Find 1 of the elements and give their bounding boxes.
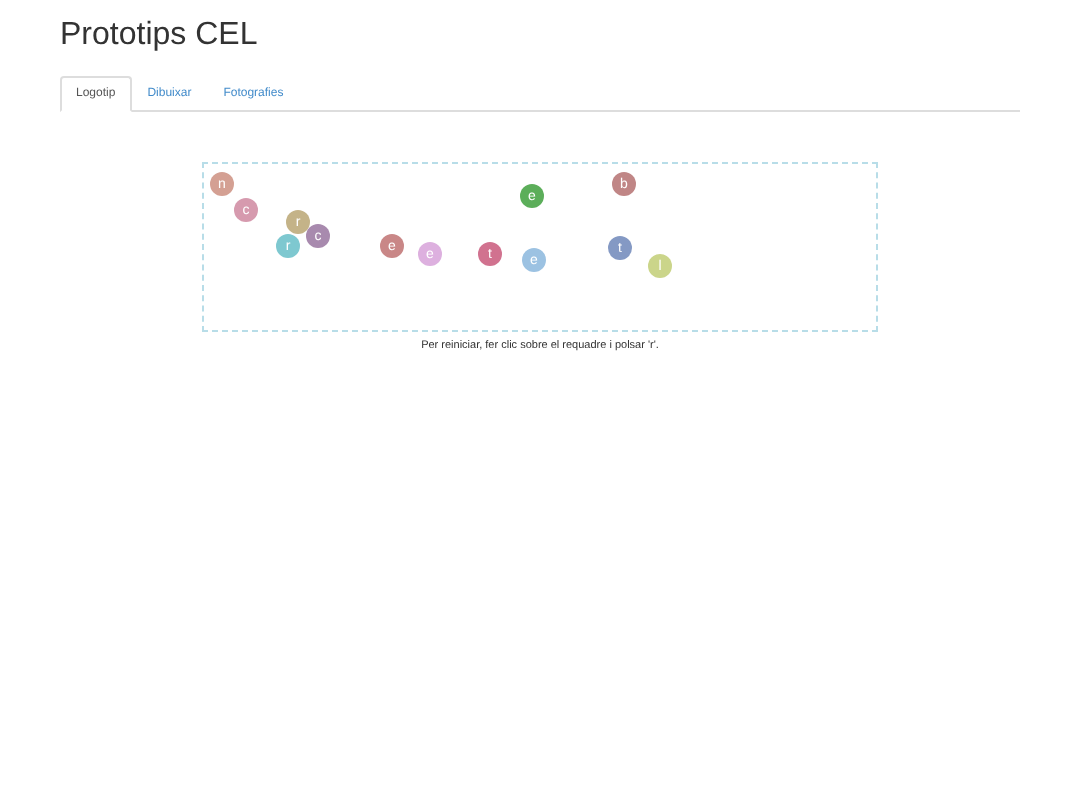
page-title: Prototips CEL — [60, 16, 258, 56]
